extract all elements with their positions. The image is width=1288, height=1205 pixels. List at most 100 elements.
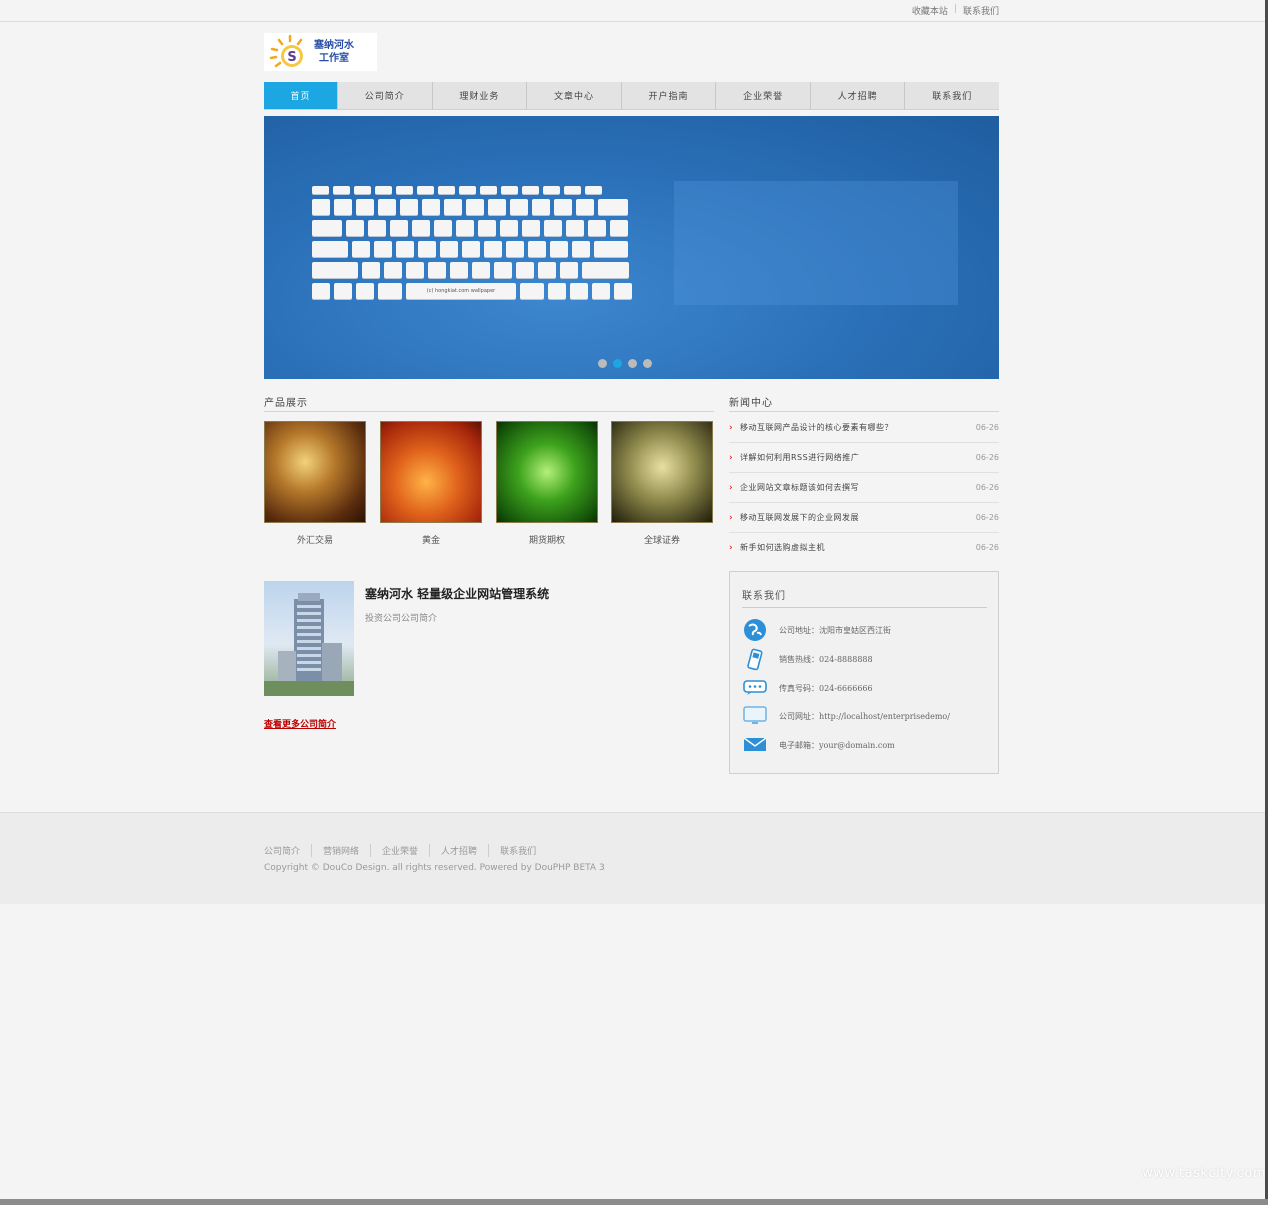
product-item[interactable]: 全球证券 [611,421,713,546]
contact-box: 联系我们 公司地址：沈阳市皇姑区西江街 销售热线：024-8888888 传真号… [729,571,999,774]
news-item[interactable]: › 详解如何利用RSS进行网络推广 06-26 [729,443,999,473]
top-contact-link[interactable]: 联系我们 [963,4,999,17]
watermark: www.taskcity.com [1142,1166,1266,1181]
contact-address: 公司地址：沈阳市皇姑区西江街 [742,618,891,642]
mail-icon [742,733,768,757]
divider: | [953,4,957,14]
product-item[interactable]: 黄金 [380,421,482,546]
footer-link-about[interactable]: 公司简介 [264,844,311,857]
banner-panel [674,181,958,305]
slide-dot-1[interactable] [598,359,607,368]
product-image[interactable] [380,421,482,523]
news-item-date: 06-26 [975,543,999,552]
footer-link-honors[interactable]: 企业荣誉 [370,844,429,857]
footer-link-contact[interactable]: 联系我们 [488,844,547,857]
logo-line2: 工作室 [319,53,349,64]
wallpaper-label: (c) hongkiat.com wallpaper [406,283,516,299]
contact-fax-text: 传真号码：024-6666666 [779,683,873,693]
contact-phone: 销售热线：024-8888888 [742,647,873,671]
chevron-right-icon: › [729,512,733,523]
svg-text:S: S [287,50,296,65]
slide-indicators [598,359,652,368]
copyright: Copyright © DouCo Design. all rights res… [264,863,605,873]
chevron-right-icon: › [729,542,733,553]
contact-website: 公司网址：http://localhost/enterprisedemo/ [742,704,950,728]
product-image[interactable] [264,421,366,523]
news-item[interactable]: › 新手如何选购虚拟主机 06-26 [729,533,999,562]
footer-links: 公司简介 营销网络 企业荣誉 人才招聘 联系我们 [264,844,547,857]
company-building-image [264,581,354,696]
footer-link-network[interactable]: 营销网络 [311,844,370,857]
top-bar: 收藏本站 | 联系我们 [0,0,1268,22]
globe-icon [742,618,768,642]
nav-item-jobs[interactable]: 人才招聘 [811,82,906,109]
about-title: 塞纳河水 轻量级企业网站管理系统 [365,587,550,601]
news-item-date: 06-26 [975,483,999,492]
site-logo[interactable]: S 塞纳河水 工作室 [264,33,377,71]
news-item-title[interactable]: 移动互联网产品设计的核心要素有哪些？ [740,422,976,433]
slide-dot-3[interactable] [628,359,637,368]
product-item[interactable]: 期货期权 [496,421,598,546]
nav-item-honors[interactable]: 企业荣誉 [716,82,811,109]
about-subtitle: 投资公司公司简介 [365,614,438,624]
chevron-right-icon: › [729,422,733,433]
news-item[interactable]: › 企业网站文章标题该如何去撰写 06-26 [729,473,999,503]
bookmark-link[interactable]: 收藏本站 [912,4,948,17]
news-item-date: 06-26 [975,513,999,522]
product-image[interactable] [496,421,598,523]
news-item-title[interactable]: 企业网站文章标题该如何去撰写 [740,482,976,493]
about-more-link[interactable]: 查看更多公司简介 [264,717,336,730]
banner-slideshow[interactable]: (c) hongkiat.com wallpaper [264,116,999,379]
news-item-date: 06-26 [975,453,999,462]
products-title: 产品展示 [264,398,308,409]
slide-dot-2[interactable] [613,359,622,368]
product-list: 外汇交易 黄金 期货期权 全球证券 [264,421,714,551]
contact-website-text[interactable]: 公司网址：http://localhost/enterprisedemo/ [779,711,950,722]
news-item-date: 06-26 [975,423,999,432]
monitor-icon [742,704,768,728]
top-links: 收藏本站 | 联系我们 [912,4,999,17]
chevron-right-icon: › [729,482,733,493]
window-edge [1265,0,1288,1205]
news-item-title[interactable]: 详解如何利用RSS进行网络推广 [740,452,976,463]
nav-item-about[interactable]: 公司简介 [338,82,433,109]
nav-item-guide[interactable]: 开户指南 [622,82,717,109]
footer: 公司简介 营销网络 企业荣誉 人才招聘 联系我们 Copyright © Dou… [0,812,1268,904]
nav-item-finance[interactable]: 理财业务 [433,82,528,109]
product-name[interactable]: 期货期权 [496,533,598,546]
news-item-title[interactable]: 新手如何选购虚拟主机 [740,542,976,553]
keyboard-illustration: (c) hongkiat.com wallpaper [312,186,650,316]
window-bottom-edge [0,1199,1268,1205]
slide-dot-4[interactable] [643,359,652,368]
contact-rule [742,607,987,608]
news-item[interactable]: › 移动互联网发展下的企业网发展 06-26 [729,503,999,533]
news-list: › 移动互联网产品设计的核心要素有哪些？ 06-26 › 详解如何利用RSS进行… [729,413,999,562]
logo-line1: 塞纳河水 [314,40,354,51]
news-item-title[interactable]: 移动互联网发展下的企业网发展 [740,512,976,523]
logo-text: 塞纳河水 工作室 [314,39,354,65]
contact-email: 电子邮箱：your@domain.com [742,733,895,757]
contact-phone-text: 销售热线：024-8888888 [779,654,873,664]
chevron-right-icon: › [729,452,733,463]
product-item[interactable]: 外汇交易 [264,421,366,546]
products-rule [264,411,714,412]
nav-item-home[interactable]: 首页 [264,82,338,109]
main-nav: 首页 公司简介 理财业务 文章中心 开户指南 企业荣誉 人才招聘 联系我们 [264,82,999,110]
product-name[interactable]: 全球证券 [611,533,713,546]
product-name[interactable]: 外汇交易 [264,533,366,546]
chat-icon [742,676,768,700]
contact-address-text: 公司地址：沈阳市皇姑区西江街 [779,625,891,635]
phone-icon [742,647,768,671]
news-item[interactable]: › 移动互联网产品设计的核心要素有哪些？ 06-26 [729,413,999,443]
page: 收藏本站 | 联系我们 S 塞纳河水 工作室 首页 公司简介 理财业务 文章中心… [0,0,1268,1199]
nav-item-contact[interactable]: 联系我们 [905,82,999,109]
product-image[interactable] [611,421,713,523]
product-name[interactable]: 黄金 [380,533,482,546]
sun-logo-icon: S [269,34,303,68]
contact-title: 联系我们 [742,591,786,602]
nav-item-articles[interactable]: 文章中心 [527,82,622,109]
news-title: 新闻中心 [729,398,773,409]
footer-link-jobs[interactable]: 人才招聘 [429,844,488,857]
news-rule [729,411,999,412]
contact-email-text[interactable]: 电子邮箱：your@domain.com [779,740,895,751]
